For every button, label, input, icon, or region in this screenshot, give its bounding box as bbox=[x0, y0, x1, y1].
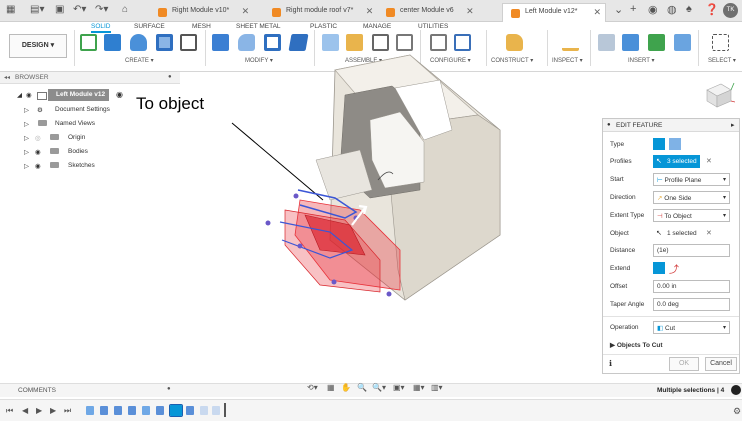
grid-settings-icon[interactable]: ▦▾ bbox=[413, 383, 425, 392]
orbit-icon[interactable]: ⟲▾ bbox=[307, 383, 318, 392]
timeline-end-icon[interactable]: ⏭ bbox=[64, 406, 71, 416]
cursor-icon: ↖ bbox=[656, 158, 662, 165]
timeline-back-icon[interactable]: ◀ bbox=[22, 406, 28, 415]
extrude-type-solid-icon[interactable] bbox=[653, 138, 665, 150]
look-at-icon[interactable]: ▦ bbox=[327, 383, 335, 392]
display-settings-icon[interactable]: ▣▾ bbox=[393, 383, 405, 392]
timeline-start-icon[interactable]: ⏮ bbox=[6, 406, 13, 416]
timeline-marker[interactable] bbox=[224, 403, 226, 417]
one-side-icon: ↗ bbox=[657, 195, 663, 202]
extend-no-chain-icon[interactable]: ⤴ bbox=[669, 261, 679, 276]
timeline-feature[interactable] bbox=[128, 406, 136, 415]
timeline-settings-gear-icon[interactable]: ⚙ bbox=[733, 406, 741, 417]
timeline-play-icon[interactable]: ▶ bbox=[36, 406, 42, 415]
info-icon[interactable]: ℹ bbox=[609, 359, 612, 368]
timeline-feature[interactable] bbox=[186, 406, 194, 415]
offset-input[interactable]: 0.00 in bbox=[653, 280, 730, 293]
callout-leader-line bbox=[231, 122, 324, 201]
clear-object-icon[interactable]: ✕ bbox=[706, 229, 712, 237]
timeline-feature[interactable] bbox=[212, 406, 220, 415]
timeline-feature[interactable] bbox=[86, 406, 94, 415]
distance-input[interactable]: (1e) bbox=[653, 244, 730, 257]
divider bbox=[603, 316, 739, 317]
timeline-feature[interactable] bbox=[200, 406, 208, 415]
object-selection[interactable]: ↖ 1 selected bbox=[653, 227, 700, 240]
start-dropdown[interactable]: ⊢ Profile Plane ▾ bbox=[653, 173, 730, 186]
timeline-feature[interactable] bbox=[100, 406, 108, 415]
divider bbox=[603, 354, 739, 355]
taper-angle-input[interactable]: 0.0 deg bbox=[653, 298, 730, 311]
vertex-handle bbox=[331, 279, 337, 285]
vertex-handle bbox=[386, 291, 392, 297]
status-indicator-icon[interactable] bbox=[731, 385, 741, 395]
vertex-handle bbox=[265, 220, 271, 226]
objects-to-cut-section[interactable]: ▶ Objects To Cut bbox=[610, 341, 663, 349]
direction-dropdown[interactable]: ↗ One Side ▾ bbox=[653, 191, 730, 204]
vertex-handle bbox=[293, 193, 299, 199]
viewcube-icon[interactable] bbox=[701, 80, 735, 110]
cancel-button[interactable]: Cancel bbox=[705, 357, 737, 371]
vertex-handle bbox=[297, 243, 303, 249]
comments-bar: COMMENTS ● Multiple selections | 4 bbox=[0, 383, 742, 397]
selection-status: Multiple selections | 4 bbox=[657, 387, 725, 394]
dialog-expand-icon[interactable]: ▸ bbox=[731, 121, 735, 129]
chevron-down-icon: ▾ bbox=[722, 177, 726, 183]
timeline-feature[interactable] bbox=[142, 406, 150, 415]
cut-icon: ◧ bbox=[657, 325, 664, 332]
operation-dropdown[interactable]: ◧ Cut ▾ bbox=[653, 321, 730, 334]
expand-arrow-icon: ▶ bbox=[610, 342, 615, 349]
zoom-window-icon[interactable]: 🔍▾ bbox=[372, 383, 386, 392]
dialog-header: ● EDIT FEATURE ▸ bbox=[603, 119, 739, 132]
to-object-icon: ⊣ bbox=[657, 213, 663, 220]
timeline-feature[interactable] bbox=[156, 406, 164, 415]
viewports-icon[interactable]: ▥▾ bbox=[431, 383, 443, 392]
ok-button[interactable]: OK bbox=[669, 357, 699, 371]
zoom-icon[interactable]: 🔍 bbox=[357, 383, 367, 392]
timeline-forward-icon[interactable]: ▶ bbox=[50, 406, 56, 415]
add-comment-icon[interactable]: ● bbox=[167, 386, 171, 392]
extent-type-dropdown[interactable]: ⊣ To Object ▾ bbox=[653, 209, 730, 222]
timeline: ⏮ ◀ ▶ ▶ ⏭ ⚙ bbox=[0, 399, 742, 421]
extend-chain-icon[interactable] bbox=[653, 262, 665, 274]
timeline-feature[interactable] bbox=[114, 406, 122, 415]
chevron-down-icon: ▾ bbox=[722, 213, 726, 219]
clear-profiles-icon[interactable]: ✕ bbox=[706, 157, 712, 165]
chevron-down-icon: ▾ bbox=[722, 195, 726, 201]
cursor-icon: ↖ bbox=[656, 230, 662, 237]
profiles-selection[interactable]: ↖ 3 selected bbox=[653, 155, 700, 168]
profile-plane-icon: ⊢ bbox=[657, 177, 663, 184]
extrude-type-thin-icon[interactable] bbox=[669, 138, 681, 150]
dialog-status-dot-icon: ● bbox=[607, 122, 611, 128]
timeline-feature-active[interactable] bbox=[169, 404, 183, 417]
edit-feature-dialog: ● EDIT FEATURE ▸ Type Profiles ↖ 3 selec… bbox=[602, 118, 740, 374]
chevron-down-icon: ▾ bbox=[722, 325, 726, 331]
pan-icon[interactable]: ✋ bbox=[341, 383, 351, 392]
